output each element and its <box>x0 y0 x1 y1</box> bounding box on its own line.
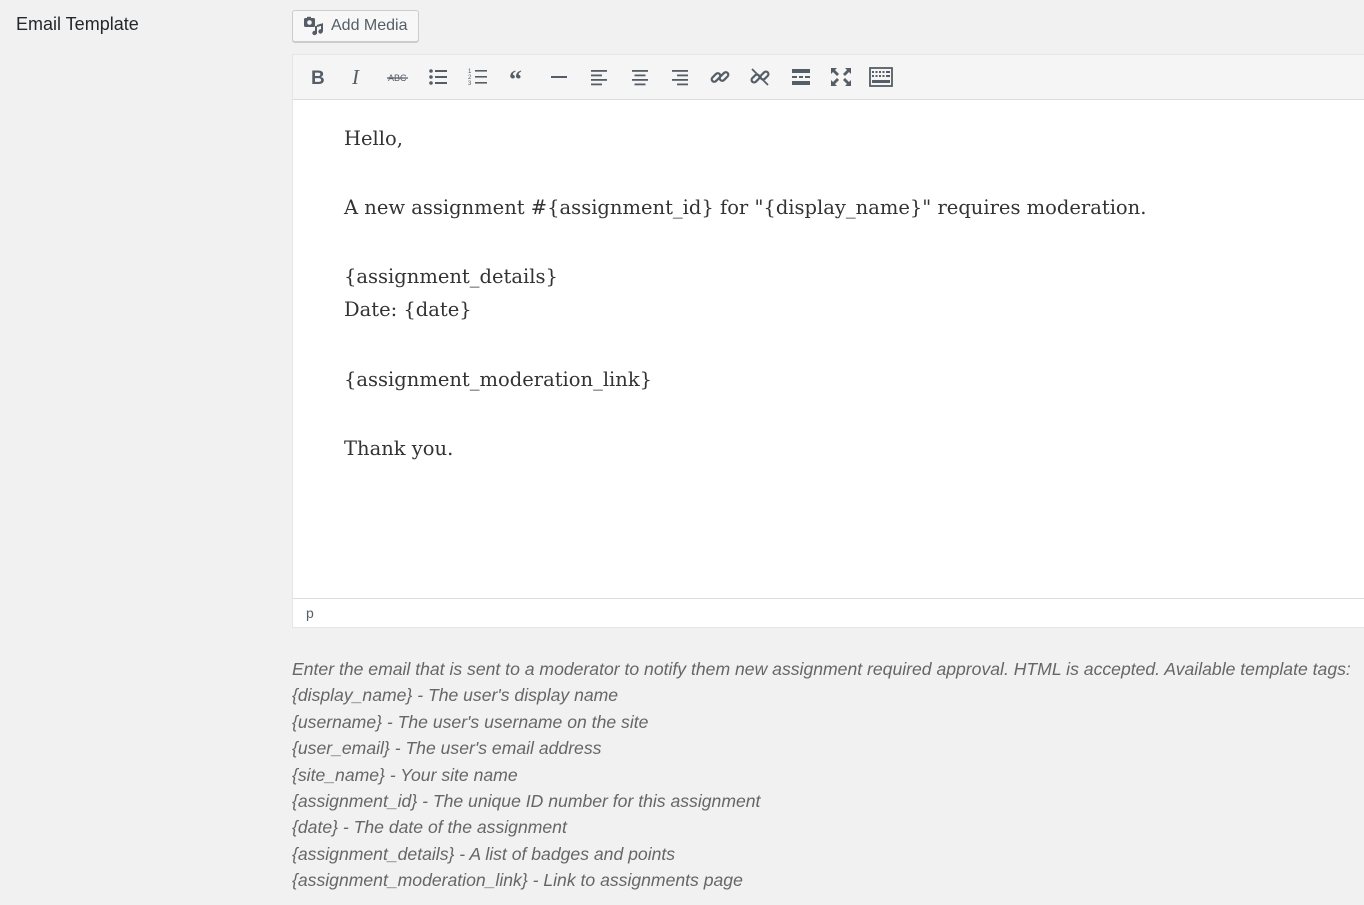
template-tag-item: {username} - The user's username on the … <box>292 711 649 732</box>
horizontal-line-icon <box>549 67 569 87</box>
element-path[interactable]: p <box>306 605 314 621</box>
strikethrough-button[interactable]: ABC <box>378 59 418 95</box>
field-label: Email Template <box>16 14 139 34</box>
align-center-button[interactable] <box>619 59 659 95</box>
numbered-list-icon: 123 <box>468 67 488 87</box>
bold-button[interactable]: B <box>297 59 337 95</box>
fullscreen-icon <box>830 67 852 87</box>
read-more-icon <box>791 67 811 87</box>
template-tag-item: {assignment_moderation_link} - Link to a… <box>292 870 743 891</box>
horizontal-line-button[interactable] <box>539 59 579 95</box>
editor-line-date: Date: {date} <box>344 298 472 321</box>
unlink-icon <box>749 66 771 88</box>
bulleted-list-button[interactable] <box>418 59 458 95</box>
editor-line-details: {assignment_details} <box>344 265 558 288</box>
rich-text-editor: B I ABC 123 “ Hello, A new assignment #{… <box>292 54 1364 628</box>
link-icon <box>709 66 731 88</box>
fullscreen-button[interactable] <box>821 59 861 95</box>
svg-text:“: “ <box>509 67 522 87</box>
template-tag-item: {date} - The date of the assignment <box>292 817 567 838</box>
add-media-icon <box>303 16 325 36</box>
numbered-list-button[interactable]: 123 <box>458 59 498 95</box>
template-tag-item: {assignment_id} - The unique ID number f… <box>292 791 761 812</box>
field-description: Enter the email that is sent to a modera… <box>292 656 1364 894</box>
blockquote-icon: “ <box>509 67 529 87</box>
bulleted-list-icon <box>428 67 448 87</box>
add-media-label: Add Media <box>331 17 408 34</box>
editor-status-bar: p <box>293 598 1364 627</box>
editor-line-message: A new assignment #{assignment_id} for "{… <box>344 196 1147 219</box>
template-tag-item: {user_email} - The user's email address <box>292 738 602 759</box>
read-more-button[interactable] <box>781 59 821 95</box>
strikethrough-icon: ABC <box>386 67 409 87</box>
remove-link-button[interactable] <box>740 59 780 95</box>
align-right-button[interactable] <box>660 59 700 95</box>
italic-icon: I <box>347 67 367 87</box>
description-intro: Enter the email that is sent to a modera… <box>292 659 1351 679</box>
add-media-button[interactable]: Add Media <box>292 10 419 42</box>
svg-text:3: 3 <box>468 81 472 87</box>
blockquote-button[interactable]: “ <box>498 59 538 95</box>
align-right-icon <box>670 67 690 87</box>
template-tag-item: {display_name} - The user's display name <box>292 685 619 706</box>
editor-line-closing: Thank you. <box>344 437 454 460</box>
keyboard-icon <box>869 67 894 87</box>
editor-line-moderation-link: {assignment_moderation_link} <box>344 368 653 391</box>
bold-icon: B <box>307 67 327 87</box>
svg-text:B: B <box>311 68 325 87</box>
align-center-icon <box>630 67 650 87</box>
editor-line-greeting: Hello, <box>344 127 403 150</box>
template-tag-item: {site_name} - Your site name <box>292 764 518 785</box>
svg-text:I: I <box>351 67 360 87</box>
template-tag-item: {assignment_details} - A list of badges … <box>292 843 676 864</box>
editor-toolbar: B I ABC 123 “ <box>293 55 1364 100</box>
align-left-icon <box>589 67 609 87</box>
insert-link-button[interactable] <box>700 59 740 95</box>
align-left-button[interactable] <box>579 59 619 95</box>
italic-button[interactable]: I <box>337 59 377 95</box>
toolbar-toggle-button[interactable] <box>861 59 901 95</box>
